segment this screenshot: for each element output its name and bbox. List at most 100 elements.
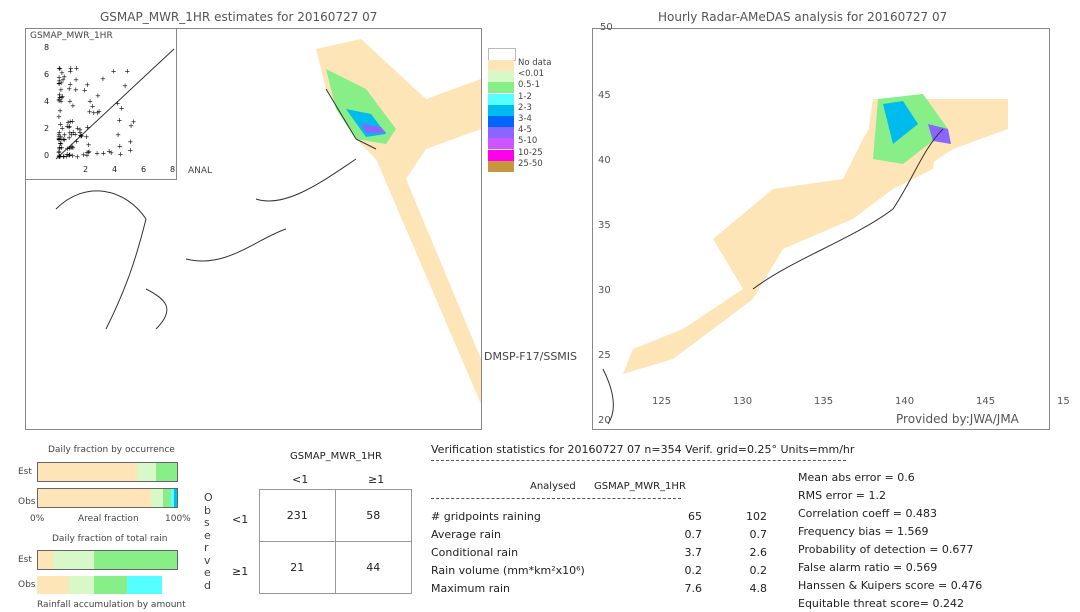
stat-gsmap: 0.7 [749,528,768,541]
rain-obs-bar [37,576,176,594]
right-map [592,28,1050,430]
legend-label: 25-50 [518,158,543,169]
scatter-point: + [74,64,80,72]
scatter-point: + [57,121,63,129]
divider [431,460,846,461]
col-label-lt1: <1 [292,473,309,486]
scatter-point: + [73,86,79,94]
scatter-point: + [64,153,70,161]
lon-label: 130 [733,396,753,407]
stat-analysed: 0.7 [684,528,703,541]
lon-label: 125 [652,396,672,407]
occ-est-bar [37,462,178,482]
scatter-point: + [128,122,134,130]
fraction-segment [127,576,163,594]
score-line: Mean abs error = 0.6 [798,471,915,484]
stat-label: Maximum rain [431,582,510,595]
stats-header: Verification statistics for 20160727 07 … [431,443,855,456]
scatter-point: + [122,82,128,90]
cell-miss: 21 [260,541,336,593]
scatter-point: + [82,86,88,94]
inset-ytick: 0 [44,151,50,160]
scatter-point: + [111,68,117,76]
stat-analysed: 7.6 [684,582,703,595]
inset-ytick: 2 [44,124,50,133]
score-line: False alarm ratio = 0.569 [798,561,938,574]
legend-swatch [488,160,514,172]
scatter-point: + [91,109,97,117]
inset-xlabel: ANAL [188,166,213,176]
score-line: Hanssen & Kuipers score = 0.476 [798,579,983,592]
legend-swatch [488,60,514,71]
fraction-segment [38,489,151,507]
stat-label: Average rain [431,528,501,541]
fraction-segment [156,463,177,481]
lon-label: 145 [976,396,996,407]
rain-obs-label: Obs [18,580,36,590]
scatter-point: + [86,148,92,156]
scatter-point: + [115,131,121,139]
scatter-point: + [57,107,63,115]
stat-analysed: 3.7 [684,546,703,559]
fraction-segment [163,489,172,507]
legend-swatch [488,116,514,127]
scatter-point: + [85,123,91,131]
accum-title: Rainfall accumulation by amount [37,600,186,610]
scatter-point: + [60,76,66,84]
fraction-segment [93,576,128,594]
observed-label: Observed [204,491,213,592]
cell-hit: 44 [366,560,381,574]
fraction-segment [53,551,94,569]
legend-label: 3-4 [518,114,532,124]
scatter-point: + [70,128,76,136]
fraction-segment [174,489,177,507]
inset-ytick: 4 [44,97,50,106]
legend-label: 10-25 [518,147,543,158]
inset-xtick: 8 [170,165,176,174]
occurrence-title: Daily fraction by occurrence [48,445,175,455]
scatter-point: + [56,97,62,105]
fraction-segment [93,551,177,569]
axis-mid: Areal fraction [78,514,139,524]
left-map-title: GSMAP_MWR_1HR estimates for 20160727 07 [100,10,378,24]
cell-false-alarm: 58 [335,490,411,542]
col-gsmap: GSMAP_MWR_1HR [594,481,686,492]
fraction-segment [37,576,69,594]
fraction-segment [136,463,157,481]
stat-label: # gridpoints raining [431,510,541,523]
lat-label: 35 [598,220,611,231]
legend-label: 4-5 [518,125,532,136]
scatter-point: + [95,92,101,100]
scatter-point: + [106,147,112,155]
row-label-lt1: <1 [232,513,249,526]
stat-gsmap: 4.8 [749,582,768,595]
lon-label: 140 [895,396,915,407]
scatter-point: + [83,133,89,141]
scatter-point: + [117,142,123,150]
rain-est-bar [37,550,178,570]
lat-label: 25 [598,350,611,361]
legend-label: 0.5-1 [518,80,540,91]
score-line: RMS error = 1.2 [798,489,886,502]
lat-label-top: 50 [600,22,613,33]
cell-hit-none: 231 [260,490,336,542]
lat-label: 40 [598,155,611,166]
row-label-ge1: ≥1 [232,565,249,578]
scatter-point: + [64,145,70,153]
inset-ytick: 6 [44,70,50,79]
axis-right: 100% [165,514,191,524]
inset-ytick: 8 [44,43,50,52]
legend-swatch [488,82,514,94]
lon-label: 15 [1057,396,1070,407]
legend-swatch [488,138,514,150]
legend-label: No data [518,58,552,68]
lon-label: 135 [814,396,834,407]
rain-title: Daily fraction of total rain [52,534,168,544]
score-line: Equitable threat score= 0.242 [798,597,964,610]
divider [431,498,681,499]
stat-label: Rain volume (mm*km²x10⁶) [431,564,585,577]
lat-label: 45 [598,90,611,101]
fraction-segment [150,489,164,507]
legend-swatch [488,93,514,105]
scatter-point: + [116,117,122,125]
